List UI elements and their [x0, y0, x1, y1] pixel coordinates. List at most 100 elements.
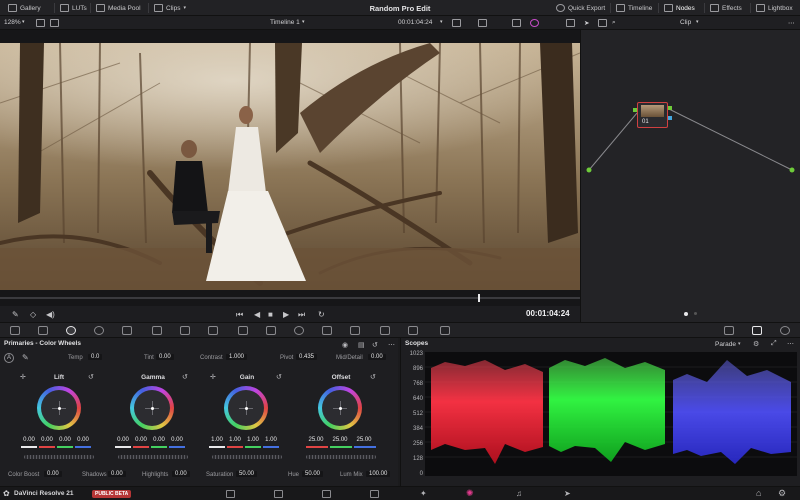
info-icon[interactable] [780, 326, 790, 335]
viewer-toggle-icon[interactable] [724, 326, 734, 335]
color-boost-value[interactable]: 0.00 [44, 471, 62, 477]
luts-button[interactable]: LUTs [60, 0, 87, 16]
layout-icon[interactable] [36, 19, 45, 27]
curves-icon[interactable] [180, 326, 190, 335]
more-icon[interactable]: ⋯ [788, 19, 795, 27]
scopes-icon[interactable] [752, 326, 762, 335]
bars-icon[interactable]: ▤ [358, 341, 365, 349]
gain-master-wheel[interactable] [212, 455, 282, 459]
chevron-down-icon[interactable]: ▾ [22, 19, 25, 25]
color-wheels-icon[interactable] [66, 326, 76, 335]
go-to-end-icon[interactable]: ⏭ [298, 310, 305, 320]
node-editor[interactable]: 01 [580, 30, 800, 322]
lum-mix-value[interactable]: 100.00 [366, 471, 391, 477]
page-dot-active[interactable] [684, 312, 688, 316]
reset-icon[interactable]: ↺ [88, 373, 94, 381]
expand-icon[interactable] [566, 19, 575, 27]
home-icon[interactable]: ⌂ [756, 488, 761, 498]
quick-export-button[interactable]: Quick Export [556, 0, 605, 16]
hdr-icon[interactable] [94, 326, 104, 335]
color-icon[interactable] [530, 19, 539, 27]
contrast-value[interactable]: 1.000 [226, 354, 248, 360]
cursor-icon[interactable]: ➤ [584, 19, 589, 27]
reset-icon[interactable]: ↺ [370, 373, 376, 381]
qualifier-icon[interactable] [238, 326, 248, 335]
media-page-icon[interactable] [226, 490, 235, 498]
highlights-value[interactable]: 0.00 [172, 471, 190, 477]
crosshair-icon[interactable]: ✛ [20, 373, 26, 381]
more-icon[interactable]: ⋯ [388, 341, 395, 349]
viewer-image[interactable] [0, 43, 580, 290]
display-icon[interactable] [452, 19, 461, 27]
scrub-bar[interactable] [0, 297, 580, 299]
reset-icon[interactable]: ↺ [276, 373, 282, 381]
timeline-button[interactable]: Timeline [616, 0, 652, 16]
timeline-selector[interactable]: Timeline 1 [270, 19, 300, 26]
expand-icon[interactable]: ⤢ [771, 340, 777, 348]
tint-value[interactable]: 0.00 [156, 354, 174, 360]
cut-page-icon[interactable] [274, 490, 283, 498]
fairlight-page-icon[interactable]: ♫ [516, 489, 522, 498]
tracker-icon[interactable] [294, 326, 304, 335]
pivot-value[interactable]: 0.435 [296, 354, 318, 360]
blur-icon[interactable] [350, 326, 360, 335]
chevron-down-icon[interactable]: ▾ [302, 19, 305, 25]
chevron-down-icon[interactable]: ▾ [738, 341, 741, 347]
key-icon[interactable] [380, 326, 390, 335]
audio-icon[interactable]: ◀) [46, 310, 55, 319]
gamma-values[interactable]: 0.00 0.00 0.00 0.00 [114, 437, 186, 443]
effects-button[interactable]: Effects [710, 0, 742, 16]
fairlight-color-icon[interactable]: ✦ [420, 489, 427, 498]
scope-mode-selector[interactable]: Parade [715, 341, 736, 348]
lift-master-wheel[interactable] [24, 455, 94, 459]
temp-value[interactable]: 0.0 [88, 354, 103, 360]
lightbox-button[interactable]: Lightbox [756, 0, 793, 16]
media-pool-button[interactable]: Media Pool [96, 0, 141, 16]
settings-icon[interactable]: ⚙ [753, 340, 759, 348]
playhead[interactable] [478, 294, 480, 302]
crosshair-icon[interactable]: ✛ [210, 373, 216, 381]
lift-values[interactable]: 0.00 0.00 0.00 0.00 [20, 437, 92, 443]
node-output-handle[interactable] [668, 106, 672, 110]
zoom-icon[interactable]: ⌕ [612, 19, 616, 27]
monitor-icon[interactable] [478, 19, 487, 27]
gamma-master-wheel[interactable] [118, 455, 188, 459]
loop-icon[interactable]: ↻ [318, 310, 325, 319]
node-input-handle[interactable] [633, 108, 637, 112]
magic-mask-icon[interactable] [322, 326, 332, 335]
eyedropper-icon[interactable]: ✎ [12, 310, 19, 319]
nodes-button[interactable]: Nodes [664, 0, 695, 16]
auto-balance-icon[interactable]: A [4, 353, 14, 363]
sizing-icon[interactable] [408, 326, 418, 335]
offset-master-wheel[interactable] [306, 455, 376, 459]
zoom-level[interactable]: 128% [4, 19, 21, 26]
color-page-icon[interactable]: ✺ [466, 488, 474, 499]
mode-icon[interactable]: ◉ [342, 341, 348, 349]
layers-icon[interactable]: ◇ [30, 310, 36, 319]
offset-values[interactable]: 25.00 25.00 25.00 [304, 437, 376, 443]
node-mode-selector[interactable]: Clip [680, 19, 691, 26]
reverse-play-icon[interactable]: ◀ [254, 310, 260, 319]
3d-icon[interactable] [440, 326, 450, 335]
color-warper-icon[interactable] [208, 326, 218, 335]
mid-detail-value[interactable]: 0.00 [368, 354, 386, 360]
node-01[interactable]: 01 [637, 102, 668, 128]
deliver-page-icon[interactable]: ➤ [564, 489, 571, 498]
color-match-icon[interactable] [38, 326, 48, 335]
camera-raw-icon[interactable] [10, 326, 20, 335]
chevron-down-icon[interactable]: ▾ [696, 19, 699, 25]
stop-icon[interactable]: ■ [268, 310, 273, 319]
node-key-handle[interactable] [668, 116, 672, 120]
split-icon[interactable] [50, 19, 59, 27]
gain-values[interactable]: 1.00 1.00 1.00 1.00 [208, 437, 280, 443]
window-icon[interactable] [266, 326, 276, 335]
hue-value[interactable]: 50.00 [302, 471, 324, 477]
hand-icon[interactable] [598, 19, 607, 27]
reset-icon[interactable]: ↺ [372, 341, 378, 349]
play-icon[interactable]: ▶ [283, 310, 289, 319]
rgb-mixer-icon[interactable] [122, 326, 132, 335]
fusion-page-icon[interactable] [370, 490, 379, 498]
motion-effects-icon[interactable] [152, 326, 162, 335]
go-to-start-icon[interactable]: ⏮ [236, 310, 243, 320]
chevron-down-icon[interactable]: ▾ [440, 19, 443, 25]
